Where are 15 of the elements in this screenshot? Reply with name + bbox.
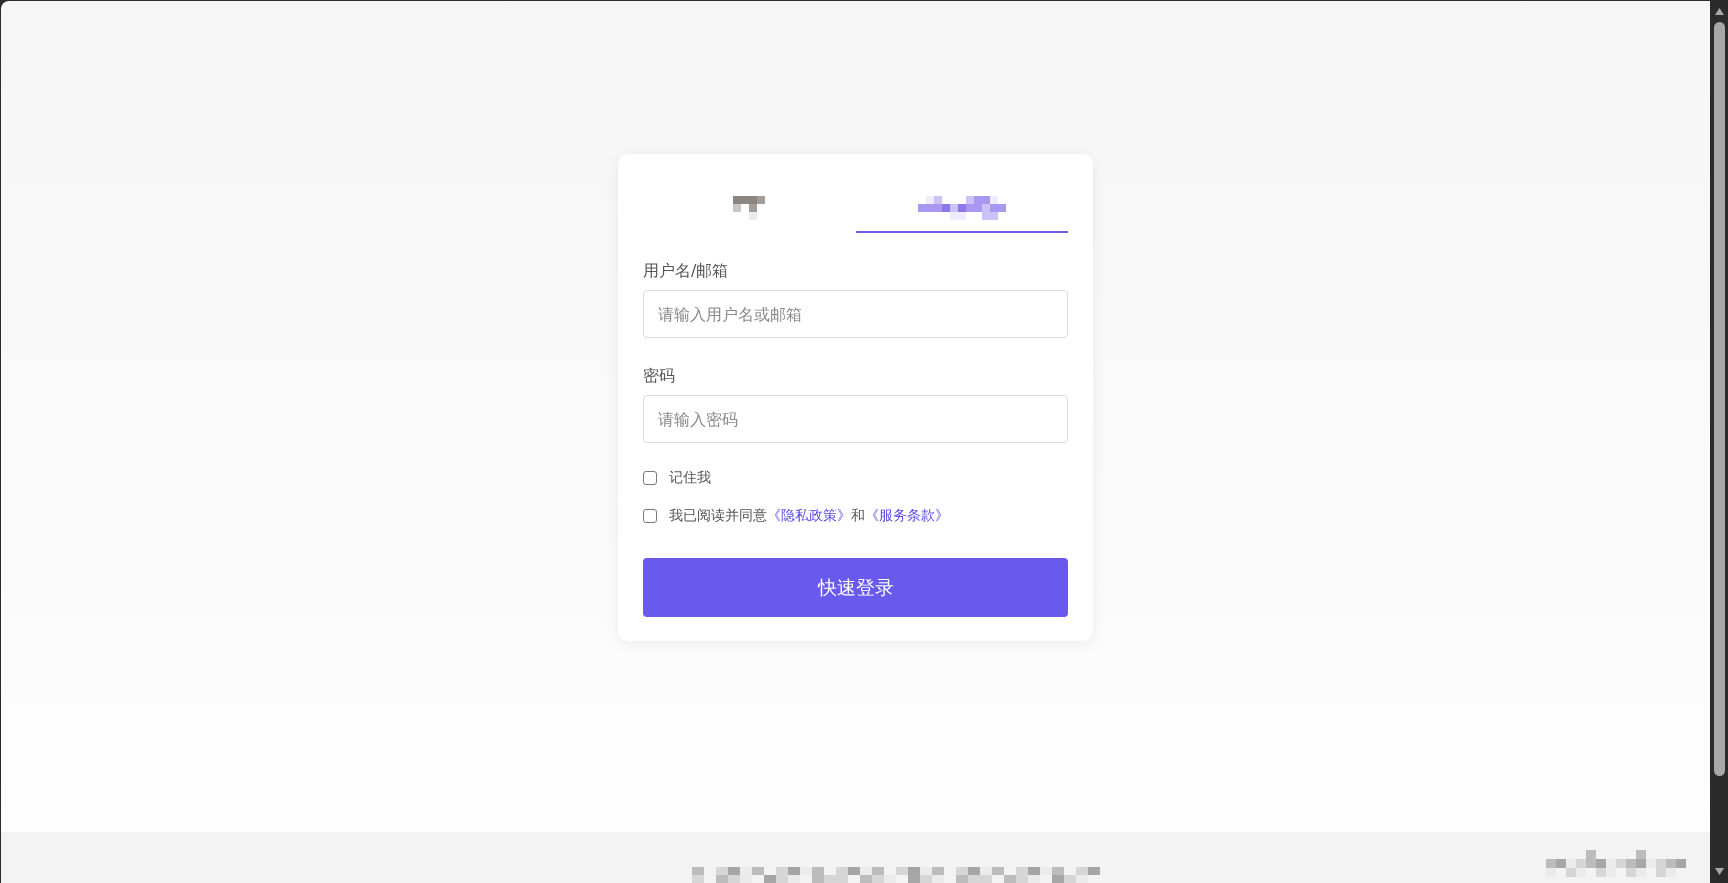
policy-link[interactable]: 《服务条款》: [865, 507, 949, 523]
field-label: 用户名/邮箱: [643, 260, 729, 282]
scroll-up-icon[interactable]: [1714, 8, 1724, 15]
input-field[interactable]: 请输入密码: [643, 395, 1068, 443]
agreement-text: 我已阅读并同意《隐私政策》和《服务条款》: [669, 507, 949, 525]
checkbox-label: 记住我: [669, 469, 711, 487]
scrollbar-thumb[interactable]: [1714, 22, 1725, 776]
login-button[interactable]: 快速登录: [643, 558, 1068, 617]
input-field[interactable]: 请输入用户名或邮箱: [643, 290, 1068, 338]
checkbox[interactable]: [643, 471, 657, 485]
policy-link[interactable]: 《隐私政策》: [767, 507, 851, 523]
field-label: 密码: [643, 365, 675, 387]
checkbox[interactable]: [643, 509, 657, 523]
pixelated-text-drawing: [733, 195, 766, 220]
scroll-down-icon[interactable]: [1714, 868, 1724, 875]
